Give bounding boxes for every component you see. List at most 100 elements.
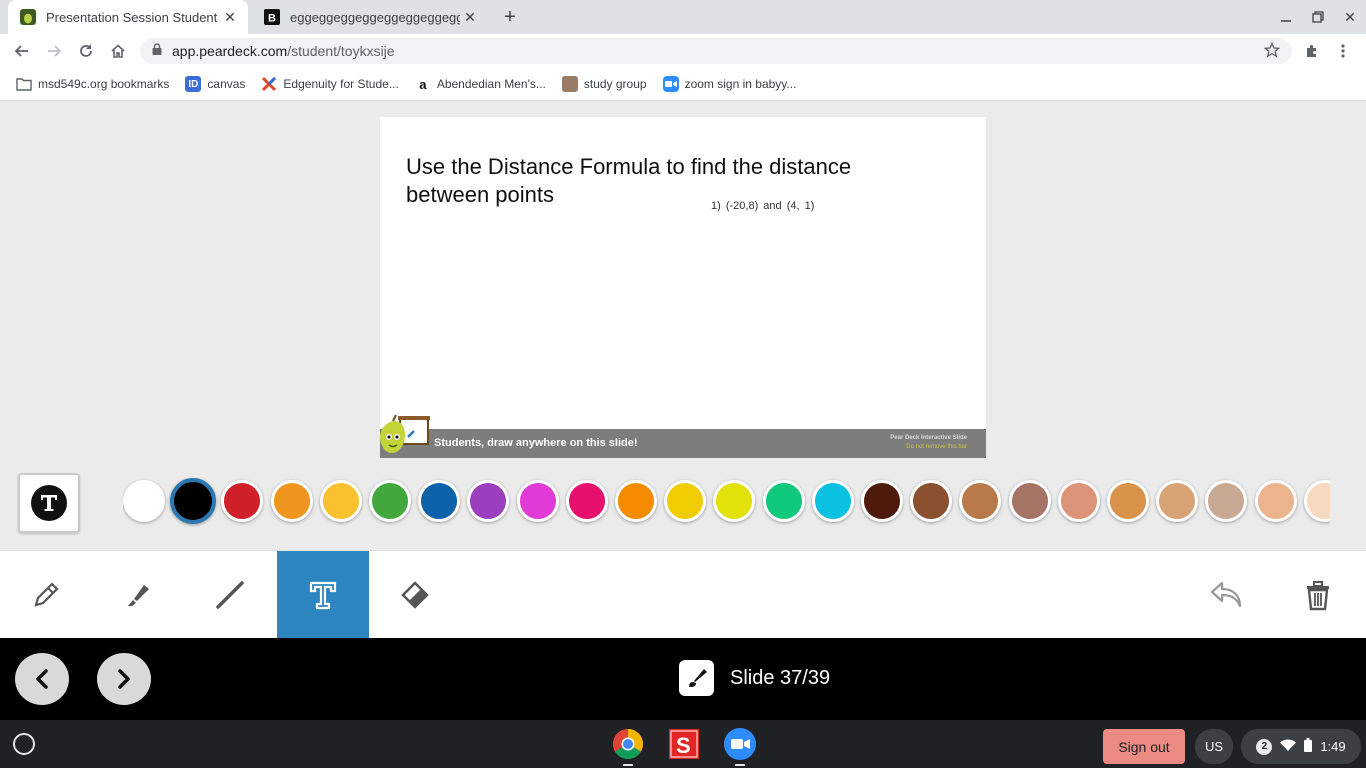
slide-indicator: Slide 37/39	[679, 660, 830, 696]
color-swatch[interactable]	[762, 480, 805, 522]
color-swatch[interactable]	[1156, 480, 1199, 522]
undo-icon	[1210, 581, 1242, 608]
slide-footer-bar: Students, draw anywhere on this slide! P…	[380, 429, 986, 458]
line-icon	[216, 581, 244, 609]
input-method-label: US	[1204, 739, 1224, 754]
wifi-icon	[1280, 739, 1297, 754]
eraser-tool-button[interactable]	[369, 551, 461, 639]
color-palette	[123, 477, 1330, 527]
marker-tool-button[interactable]	[92, 551, 184, 639]
footer-brand-sub: Do not remove this bar	[906, 444, 967, 450]
color-swatch[interactable]	[1254, 480, 1297, 522]
color-swatch[interactable]	[811, 480, 854, 522]
chrome-app-icon[interactable]	[612, 728, 644, 760]
tab-second[interactable]: B eggeggeggeggeggeggeggeggegg ✕	[252, 0, 488, 34]
bookmark-label: canvas	[207, 77, 246, 91]
slide-problem: 1) (-20,8) and (4, 1)	[711, 200, 815, 212]
url-host: app.peardeck.com	[172, 43, 288, 59]
color-swatch[interactable]	[467, 480, 510, 522]
address-bar[interactable]: app.peardeck.com/student/toykxsije	[140, 38, 1292, 64]
slide[interactable]: Use the Distance Formula to find the dis…	[380, 117, 986, 458]
pencil-tool-button[interactable]	[0, 551, 92, 639]
text-icon	[309, 581, 337, 610]
launcher-icon[interactable]	[13, 733, 35, 755]
tab-close-icon[interactable]: ✕	[220, 7, 240, 27]
battery-icon	[1304, 738, 1313, 755]
color-swatch[interactable]	[123, 480, 165, 522]
text-tool-button[interactable]	[277, 551, 369, 639]
tab-presentation-session[interactable]: Presentation Session Student ✕	[8, 0, 248, 34]
chrome-running-indicator	[623, 764, 633, 766]
close-window-icon[interactable]: ✕	[1334, 0, 1366, 34]
color-swatch[interactable]	[221, 480, 264, 522]
bookmark-star-icon[interactable]	[1263, 41, 1281, 63]
bookmark-msd549c[interactable]: msd549c.org bookmarks	[16, 76, 169, 92]
bookmark-canvas[interactable]: ID canvas	[185, 76, 245, 92]
zoom-icon	[662, 76, 679, 92]
color-swatch[interactable]	[615, 480, 657, 522]
slide-title: Use the Distance Formula to find the dis…	[406, 154, 852, 207]
amazon-icon: a	[419, 76, 427, 92]
new-tab-icon[interactable]: +	[498, 5, 522, 29]
color-swatch[interactable]	[319, 480, 362, 522]
home-icon[interactable]	[106, 39, 130, 63]
b-favicon-icon: B	[264, 9, 280, 25]
color-swatch[interactable]	[1057, 480, 1100, 522]
bookmark-edgenuity[interactable]: Edgenuity for Stude...	[261, 76, 399, 92]
bookmark-zoom[interactable]: zoom sign in babyy...	[662, 76, 796, 92]
tab-strip: Presentation Session Student ✕ B eggegge…	[0, 0, 1366, 34]
minimize-icon[interactable]	[1270, 0, 1302, 34]
tab-title: eggeggeggeggeggeggeggeggegg	[290, 9, 460, 25]
footer-brand-title: Pear Deck Interactive Slide	[890, 435, 967, 441]
tab-close-icon[interactable]: ✕	[460, 7, 480, 27]
slide-counter: Slide 37/39	[730, 666, 831, 689]
url-path: /student/toykxsije	[287, 43, 395, 59]
reload-icon[interactable]	[74, 39, 98, 63]
forward-icon[interactable]	[42, 39, 66, 63]
lock-icon	[152, 42, 162, 60]
color-swatch[interactable]	[861, 480, 903, 522]
color-swatch[interactable]	[565, 480, 608, 522]
undo-button[interactable]	[1180, 551, 1272, 639]
sign-out-button[interactable]: Sign out	[1103, 729, 1185, 764]
input-method-indicator[interactable]: US	[1195, 729, 1233, 764]
notification-count-badge: 2	[1256, 738, 1273, 755]
restore-icon[interactable]	[1302, 0, 1334, 34]
color-swatch[interactable]	[1008, 480, 1051, 522]
color-swatch[interactable]	[664, 480, 707, 522]
color-swatch[interactable]	[910, 480, 953, 522]
bookmark-label: study group	[583, 77, 647, 91]
back-icon[interactable]	[10, 39, 34, 63]
color-swatch[interactable]	[270, 480, 313, 522]
previous-slide-button[interactable]	[15, 653, 69, 705]
bookmark-study-group[interactable]: study group	[561, 76, 647, 92]
footer-message: Students, draw anywhere on this slide!	[434, 437, 638, 449]
chevron-left-icon	[36, 669, 48, 689]
delete-button[interactable]	[1272, 551, 1364, 639]
chevron-right-icon	[118, 669, 130, 689]
color-swatch[interactable]	[959, 480, 1002, 522]
s-app-icon[interactable]: S	[668, 728, 700, 760]
zoom-app-icon[interactable]	[724, 728, 756, 760]
status-tray[interactable]: 2 1:49	[1241, 729, 1361, 764]
bookmark-label: Abendedian Men's...	[436, 77, 546, 91]
line-tool-button[interactable]	[184, 551, 276, 639]
menu-kebab-icon[interactable]	[1331, 39, 1355, 63]
extensions-icon[interactable]	[1300, 39, 1324, 63]
color-swatch[interactable]	[1107, 480, 1149, 522]
os-shelf: S Sign out US 2 1:49	[0, 720, 1366, 768]
next-slide-button[interactable]	[97, 653, 151, 705]
color-swatch[interactable]	[1303, 480, 1330, 522]
color-swatch[interactable]	[418, 480, 461, 522]
color-swatch[interactable]	[170, 478, 217, 524]
color-swatch[interactable]	[713, 480, 756, 522]
pear-mascot-icon	[380, 413, 430, 458]
draw-slide-icon	[679, 660, 714, 696]
color-swatch[interactable]	[1205, 480, 1248, 522]
bookmark-label: msd549c.org bookmarks	[38, 77, 170, 91]
color-swatch[interactable]	[516, 480, 559, 522]
folder-icon	[16, 76, 32, 92]
color-swatch[interactable]	[369, 480, 411, 522]
text-color-preview[interactable]	[18, 473, 80, 533]
bookmark-amazon[interactable]: a Abendedian Men's...	[415, 76, 546, 92]
